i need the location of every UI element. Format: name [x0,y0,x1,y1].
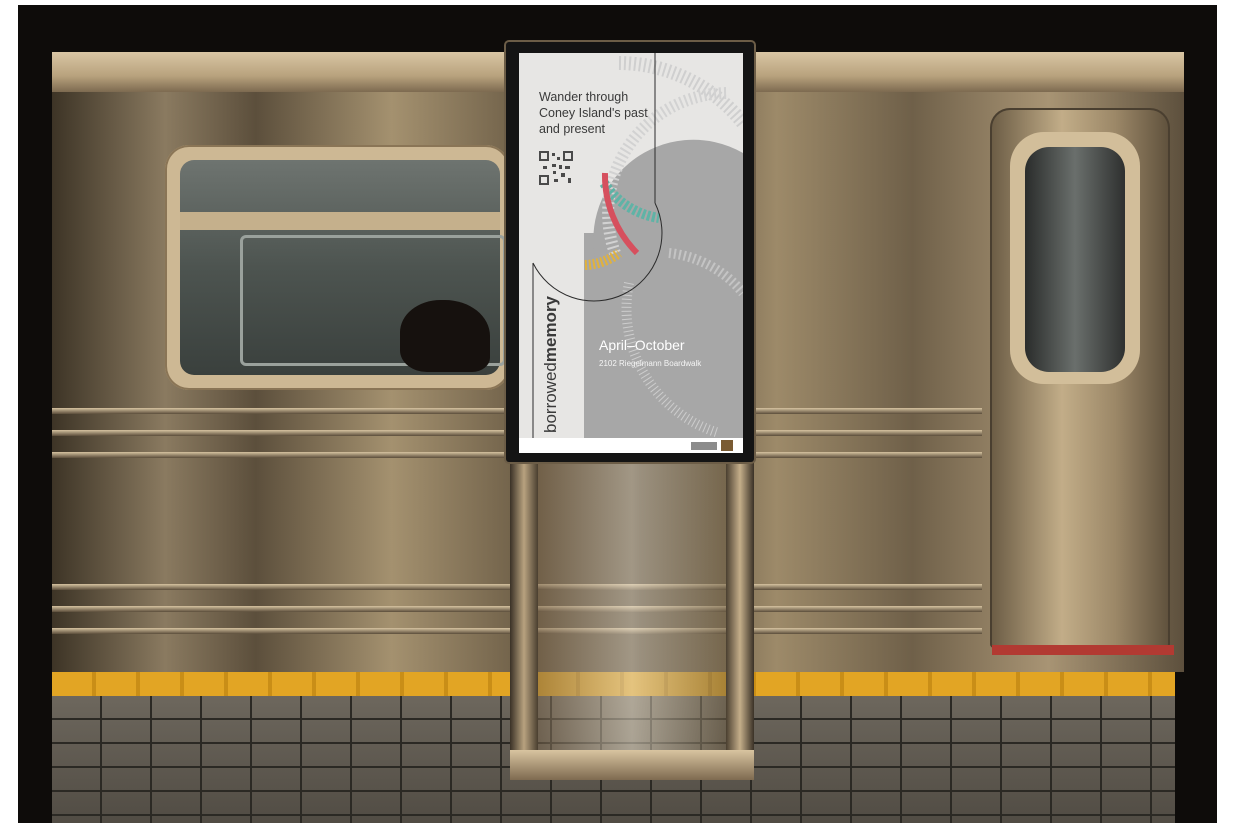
sign-stand-leg-right [726,460,754,780]
qr-code-icon [539,151,573,185]
poster-dates: April–October [599,337,685,353]
sign-stand-base [510,750,754,780]
subway-platform-scene: Wander through Coney Island's past and p… [0,0,1235,823]
passenger-silhouette [400,300,490,372]
footer-logo-icon [691,441,717,450]
poster-address: 2102 Riegelmann Boardwalk [599,359,702,368]
poster-tagline: Wander through Coney Island's past and p… [539,89,659,137]
sign-stand-leg-left [510,460,538,780]
tagline-line: and present [539,122,606,136]
poster-footer [519,438,743,453]
title-borrowed: borrowed [541,362,560,433]
tagline-line: Coney Island's past [539,106,648,120]
footer-logos [691,440,733,451]
door-window [1025,147,1125,372]
poster-vertical-title: borrowedmemory [541,296,561,433]
door-sill [992,645,1174,655]
title-memory: memory [541,295,560,363]
train-window-bar [180,212,500,230]
sign-stand-glass [538,460,726,750]
exhibition-poster: Wander through Coney Island's past and p… [519,53,743,453]
footer-logo-icon [721,440,733,451]
tagline-line: Wander through [539,90,629,104]
